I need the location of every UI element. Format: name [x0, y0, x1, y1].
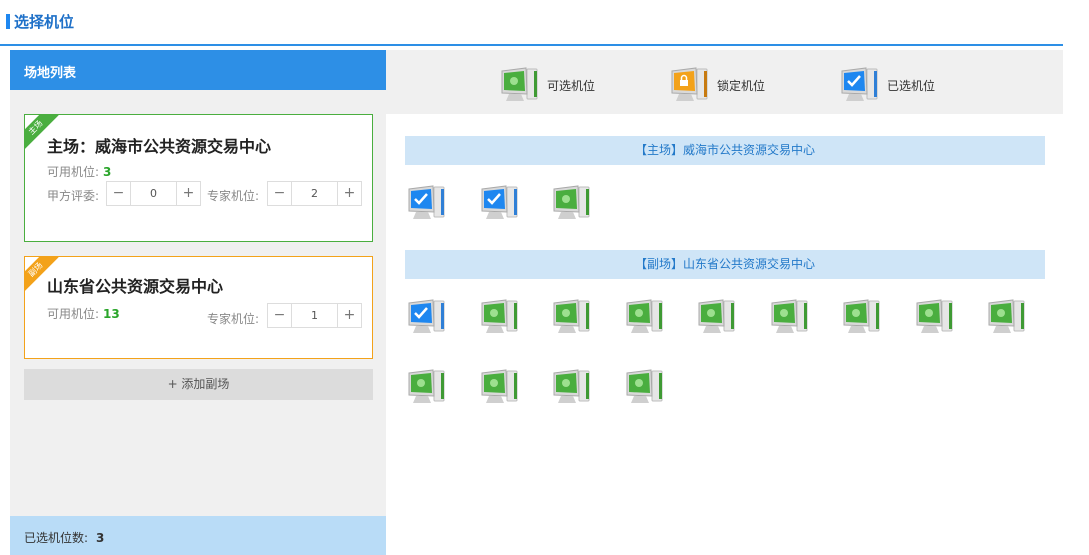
seat-available-computer-icon[interactable] [769, 297, 811, 337]
seat-available-computer-icon[interactable] [551, 297, 593, 337]
header-divider [0, 44, 1063, 46]
seat-available-computer-icon[interactable] [406, 367, 448, 407]
seat-available-computer-icon[interactable] [479, 367, 521, 407]
seat-available-computer-icon[interactable] [986, 297, 1028, 337]
sub-venue-card[interactable]: 副场 山东省公共资源交易中心 可用机位: 13 专家机位: − 1 + [24, 256, 373, 359]
main-expert-minus-button[interactable]: − [268, 182, 292, 205]
sub-expert-value[interactable]: 1 [292, 304, 337, 327]
seat-available-computer-icon[interactable] [551, 367, 593, 407]
main-expert-value[interactable]: 2 [292, 182, 337, 205]
selected-count-label: 已选机位数: [24, 531, 89, 545]
legend-available-label: 可选机位 [547, 78, 596, 93]
seat-available-computer-icon[interactable] [624, 367, 666, 407]
seat-selected-computer-icon[interactable] [479, 183, 521, 223]
sub-available-count: 13 [103, 307, 120, 321]
sub-expert-minus-button[interactable]: − [268, 304, 292, 327]
main-expert-label: 专家机位: [207, 189, 260, 203]
page-header: 选择机位 [0, 0, 1089, 46]
title-accent-bar [6, 14, 10, 29]
sub-available-row: 可用机位: 13 [47, 305, 120, 322]
legend-selected: 已选机位 [839, 65, 935, 105]
sub-expert-label: 专家机位: [207, 312, 260, 326]
main-venue-card[interactable]: 主场 主场：威海市公共资源交易中心 可用机位: 3 甲方评委: − 0 + 专家机… [24, 114, 373, 242]
sub-venue-name: 山东省公共资源交易中心 [47, 277, 224, 296]
main-venue-section-title: 【主场】威海市公共资源交易中心 [405, 136, 1045, 165]
available-computer-icon [499, 65, 541, 105]
sub-expert-stepper[interactable]: − 1 + [267, 303, 362, 328]
legend-locked: 锁定机位 [669, 65, 765, 105]
main-expert-stepper[interactable]: − 2 + [267, 181, 362, 206]
main-venue-name: 主场：威海市公共资源交易中心 [47, 137, 272, 156]
seat-available-computer-icon[interactable] [624, 297, 666, 337]
selected-count-footer: 已选机位数: 3 [10, 516, 386, 555]
sub-available-label: 可用机位: [47, 307, 100, 321]
venue-list-panel: 场地列表 主场 主场：威海市公共资源交易中心 可用机位: 3 甲方评委: − 0 … [10, 50, 386, 555]
main-available-row: 可用机位: 3 [47, 163, 111, 180]
sub-expert-plus-button[interactable]: + [337, 304, 361, 327]
main-available-count: 3 [103, 165, 112, 179]
main-expert-plus-button[interactable]: + [337, 182, 361, 205]
add-sub-venue-button[interactable]: + 添加副场 [24, 369, 373, 400]
legend-selected-label: 已选机位 [887, 78, 936, 93]
seat-available-computer-icon[interactable] [841, 297, 883, 337]
owner-minus-button[interactable]: − [107, 182, 131, 205]
selected-count-value: 3 [96, 531, 105, 545]
owner-judge-value[interactable]: 0 [131, 182, 176, 205]
seat-selected-computer-icon[interactable] [406, 183, 448, 223]
seat-map-panel: 可选机位 锁定机位 已选机位 【主场】威海市公共资源交易中心 【副场】山东省公共… [386, 50, 1063, 555]
seat-available-computer-icon[interactable] [551, 183, 593, 223]
legend-available: 可选机位 [499, 65, 595, 105]
owner-plus-button[interactable]: + [176, 182, 200, 205]
main-available-label: 可用机位: [47, 165, 100, 179]
selected-computer-icon [839, 65, 881, 105]
owner-judge-label: 甲方评委: [47, 189, 100, 203]
seat-selected-computer-icon[interactable] [406, 297, 448, 337]
seat-available-computer-icon[interactable] [914, 297, 956, 337]
locked-computer-icon [669, 65, 711, 105]
seat-available-computer-icon[interactable] [479, 297, 521, 337]
seat-available-computer-icon[interactable] [696, 297, 738, 337]
venue-list-header: 场地列表 [10, 50, 386, 90]
legend-locked-label: 锁定机位 [717, 78, 766, 93]
page-title: 选择机位 [14, 13, 75, 31]
owner-judge-stepper[interactable]: − 0 + [106, 181, 201, 206]
seat-legend: 可选机位 锁定机位 已选机位 [386, 50, 1063, 114]
sub-venue-section-title: 【副场】山东省公共资源交易中心 [405, 250, 1045, 279]
